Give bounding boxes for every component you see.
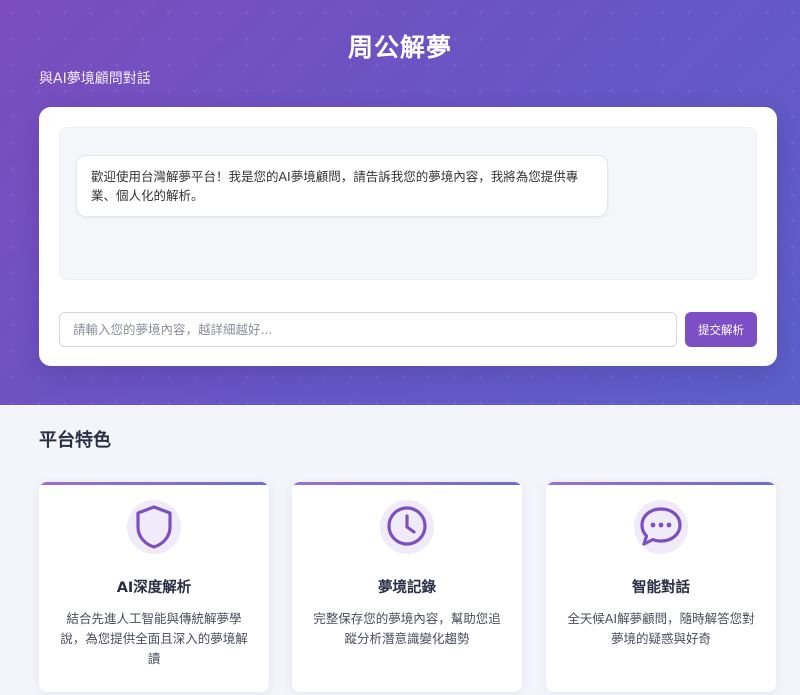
page-subtitle: 與AI夢境顧問對話 [39,71,151,87]
chat-messages[interactable]: 歡迎使用台灣解夢平台！我是您的AI夢境顧問，請告訴我您的夢境內容，我將為您提供專… [59,127,757,280]
feature-name: AI深度解析 [116,580,192,596]
page-title: 周公解夢 [347,33,452,62]
features-title: 平台特色 [39,430,111,451]
feature-description: 全天候AI解夢顧問，隨時解答您對夢境的疑惑與好奇 [567,611,755,646]
shield-icon [127,500,181,554]
feature-description: 完整保存您的夢境內容，幫助您追蹤分析潛意識變化趨勢 [313,611,501,646]
feature-description: 結合先進人工智能與傳統解夢學說，為您提供全面且深入的夢境解讀 [60,611,248,666]
dream-input[interactable] [59,312,677,347]
submit-button[interactable]: 提交解析 [685,312,757,347]
clock-icon [380,500,434,554]
feature-name: 夢境記錄 [378,580,436,596]
chat-panel: 歡迎使用台灣解夢平台！我是您的AI夢境顧問，請告訴我您的夢境內容，我將為您提供專… [39,107,777,366]
feature-name: 智能對話 [632,580,690,596]
chat-bubble-icon [634,500,688,554]
bot-message: 歡迎使用台灣解夢平台！我是您的AI夢境顧問，請告訴我您的夢境內容，我將為您提供專… [76,155,608,217]
hero-header: 周公解夢 與AI夢境顧問對話 歡迎使用台灣解夢平台！我是您的AI夢境顧問，請告訴… [0,0,800,405]
feature-card-smart-chat: 智能對話 全天候AI解夢顧問，隨時解答您對夢境的疑惑與好奇 [546,482,776,692]
feature-card-dream-record: 夢境記錄 完整保存您的夢境內容，幫助您追蹤分析潛意識變化趨勢 [292,482,522,692]
feature-card-ai-analysis: AI深度解析 結合先進人工智能與傳統解夢學說，為您提供全面且深入的夢境解讀 [39,482,269,692]
